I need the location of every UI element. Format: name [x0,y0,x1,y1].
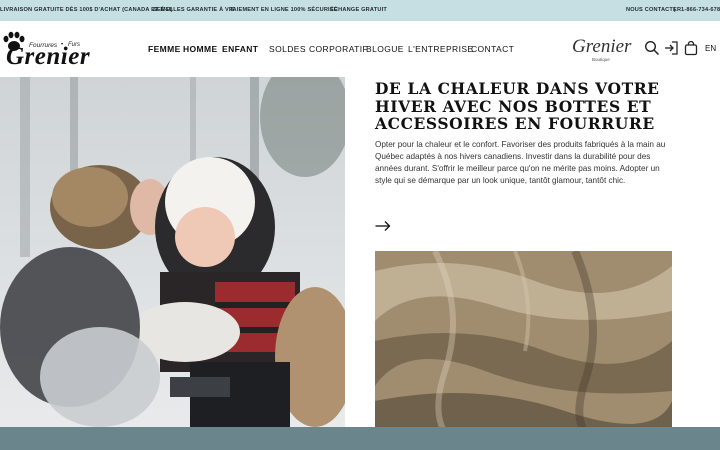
boutique-logo[interactable]: Grenier Boutique [572,36,636,66]
language-switch[interactable]: EN [705,44,716,53]
nav-entreprise[interactable]: L'ENTREPRISE [408,44,473,54]
site-logo[interactable]: Fourrures • Furs Grenier [2,29,90,73]
login-icon[interactable] [663,40,679,56]
cart-icon[interactable] [683,40,699,56]
search-icon[interactable] [644,40,660,56]
topbar-separator: | [674,7,676,13]
nav-corporatif[interactable]: CORPORATIF [309,44,368,54]
boutique-name: Grenier [572,36,632,57]
nav-soldes[interactable]: SOLDES [269,44,306,54]
promo-free-shipping: LIVRAISON GRATUITE DÈS 100$ D'ACHAT (CAN… [0,7,173,13]
site-header: Fourrures • Furs Grenier FEMME HOMME ENF… [0,21,720,77]
nav-blogue[interactable]: BLOGUE [366,44,404,54]
arrow-right-icon[interactable] [375,220,391,232]
nav-enfant[interactable]: ENFANT [222,44,258,54]
promo-free-exchange: ÉCHANGE GRATUIT [330,7,387,13]
promo-soles-warranty: SEMELLES GARANTIE À VIE [153,7,235,13]
footer-band [0,427,720,450]
phone-link[interactable]: 1-866-734-6781 [681,7,720,13]
hero-photo-art [0,77,345,427]
nav-contact[interactable]: CONTACT [471,44,514,54]
fur-photo [375,251,672,450]
promo-secure-payment: PAIEMENT EN LIGNE 100% SÉCURISÉ [229,7,338,13]
hero-heading: DE LA CHALEUR DANS VOTRE HIVER AVEC NOS … [375,79,660,133]
nav-femme[interactable]: FEMME [148,44,181,54]
boutique-sub: Boutique [592,57,610,62]
nav-homme[interactable]: HOMME [183,44,218,54]
promo-bar: LIVRAISON GRATUITE DÈS 100$ D'ACHAT (CAN… [0,0,720,21]
contact-link[interactable]: NOUS CONTACTER [626,7,681,13]
logo-name: Grenier [6,43,91,70]
fur-photo-art [375,251,672,450]
hero-description: Opter pour la chaleur et le confort. Fav… [375,140,666,185]
hero-photo [0,77,345,427]
